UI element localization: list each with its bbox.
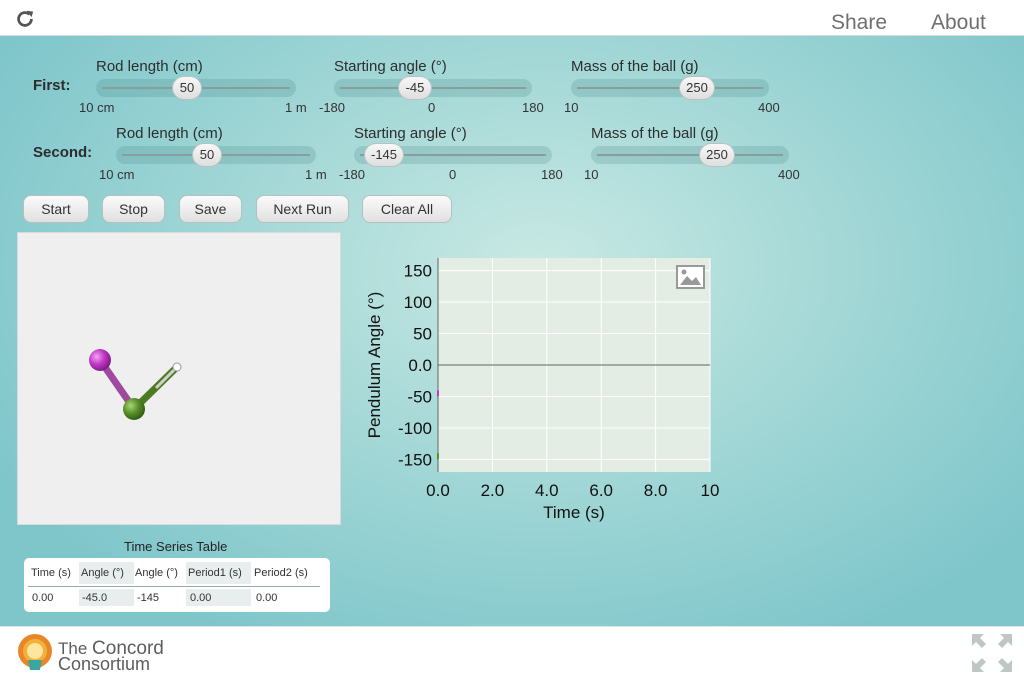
first-mass-title: Mass of the ball (g) bbox=[571, 58, 699, 75]
logo-text-line2: Consortium bbox=[58, 654, 151, 674]
second-rod-max: 1 m bbox=[305, 167, 327, 182]
second-mass-title: Mass of the ball (g) bbox=[591, 125, 719, 142]
x-tick-label: 10 bbox=[701, 481, 720, 500]
fullscreen-icon[interactable] bbox=[968, 630, 1016, 676]
table-header: Period1 (s) bbox=[188, 567, 242, 579]
second-label: Second: bbox=[33, 144, 93, 161]
reload-icon[interactable] bbox=[14, 8, 36, 30]
share-link[interactable]: Share bbox=[831, 11, 887, 35]
first-label: First: bbox=[33, 77, 71, 94]
x-tick-label: 8.0 bbox=[644, 481, 668, 500]
table-cell: 0.00 bbox=[256, 592, 278, 604]
second-mass-min: 10 bbox=[584, 167, 599, 182]
second-mass-max: 400 bbox=[778, 167, 800, 182]
second-angle-slider[interactable]: -145 bbox=[354, 143, 552, 167]
table-header: Time (s) bbox=[31, 567, 71, 579]
second-angle-handle[interactable]: -145 bbox=[364, 143, 404, 167]
clear-all-button[interactable]: Clear All bbox=[362, 195, 452, 223]
concord-logo-icon bbox=[18, 634, 52, 670]
table-cell: -45.0 bbox=[82, 592, 108, 604]
table-divider bbox=[28, 586, 320, 587]
second-angle-max: 180 bbox=[541, 167, 563, 182]
y-tick-label: -150 bbox=[398, 450, 432, 469]
x-tick-label: 2.0 bbox=[481, 481, 505, 500]
first-angle-slider[interactable]: -45 bbox=[334, 76, 532, 100]
y-tick-label: -50 bbox=[407, 387, 432, 406]
second-rod-handle[interactable]: 50 bbox=[192, 143, 222, 167]
first-mass-handle[interactable]: 250 bbox=[679, 76, 715, 100]
about-link[interactable]: About bbox=[931, 11, 986, 35]
first-rod-handle[interactable]: 50 bbox=[172, 76, 202, 100]
first-angle-title: Starting angle (°) bbox=[334, 58, 447, 75]
table-header: Period2 (s) bbox=[254, 567, 308, 579]
second-angle-mid: 0 bbox=[449, 167, 457, 182]
y-tick-label: -100 bbox=[398, 419, 432, 438]
image-icon[interactable] bbox=[676, 265, 705, 289]
y-axis-label: Pendulum Angle (°) bbox=[365, 292, 384, 439]
second-rod-min: 10 cm bbox=[99, 167, 135, 182]
next-run-button[interactable]: Next Run bbox=[256, 195, 349, 223]
y-tick-label: 50 bbox=[413, 325, 432, 344]
save-button[interactable]: Save bbox=[179, 195, 242, 223]
time-series-table: Time (s) Angle (°) Angle (°) Period1 (s)… bbox=[24, 558, 330, 612]
first-angle-min: -180 bbox=[319, 100, 346, 115]
pendulum-drawing bbox=[89, 349, 182, 420]
second-rod-title: Rod length (cm) bbox=[116, 125, 223, 142]
table-title: Time Series Table bbox=[124, 539, 228, 554]
first-rod-slider[interactable]: 50 bbox=[96, 76, 296, 100]
pendulum-view bbox=[17, 232, 341, 525]
second-mass-slider[interactable]: 250 bbox=[591, 143, 789, 167]
second-mass-handle[interactable]: 250 bbox=[699, 143, 735, 167]
angle-time-graph: 0.0 2.0 4.0 6.0 8.0 10 150 100 50 0.0 -50 -100 -150 T… bbox=[365, 258, 720, 522]
x-tick-label: 4.0 bbox=[535, 481, 559, 500]
x-tick-label: 6.0 bbox=[589, 481, 613, 500]
first-angle-mid: 0 bbox=[428, 100, 436, 115]
x-axis-label: Time (s) bbox=[543, 503, 605, 522]
y-tick-label: 100 bbox=[404, 293, 432, 312]
start-button[interactable]: Start bbox=[23, 195, 89, 223]
first-rod-title: Rod length (cm) bbox=[96, 58, 203, 75]
first-mass-min: 10 bbox=[564, 100, 579, 115]
table-cell: 0.00 bbox=[190, 592, 212, 604]
first-rod-min: 10 cm bbox=[79, 100, 115, 115]
table-header: Angle (°) bbox=[135, 567, 178, 579]
first-mass-max: 400 bbox=[758, 100, 780, 115]
pivot-point bbox=[172, 362, 182, 372]
first-rod-max: 1 m bbox=[285, 100, 307, 115]
first-angle-handle[interactable]: -45 bbox=[398, 76, 432, 100]
second-angle-title: Starting angle (°) bbox=[354, 125, 467, 142]
second-angle-min: -180 bbox=[339, 167, 366, 182]
y-tick-label: 0.0 bbox=[408, 356, 432, 375]
first-mass-slider[interactable]: 250 bbox=[571, 76, 769, 100]
stop-button[interactable]: Stop bbox=[102, 195, 165, 223]
table-header: Angle (°) bbox=[81, 567, 124, 579]
pendulum2-ball[interactable] bbox=[123, 398, 145, 420]
pendulum1-ball[interactable] bbox=[89, 349, 111, 371]
table-cell: 0.00 bbox=[32, 592, 54, 604]
first-angle-max: 180 bbox=[522, 100, 544, 115]
second-rod-slider[interactable]: 50 bbox=[116, 143, 316, 167]
y-tick-label: 150 bbox=[404, 262, 432, 281]
x-tick-label: 0.0 bbox=[426, 481, 450, 500]
table-cell: -145 bbox=[137, 592, 160, 604]
